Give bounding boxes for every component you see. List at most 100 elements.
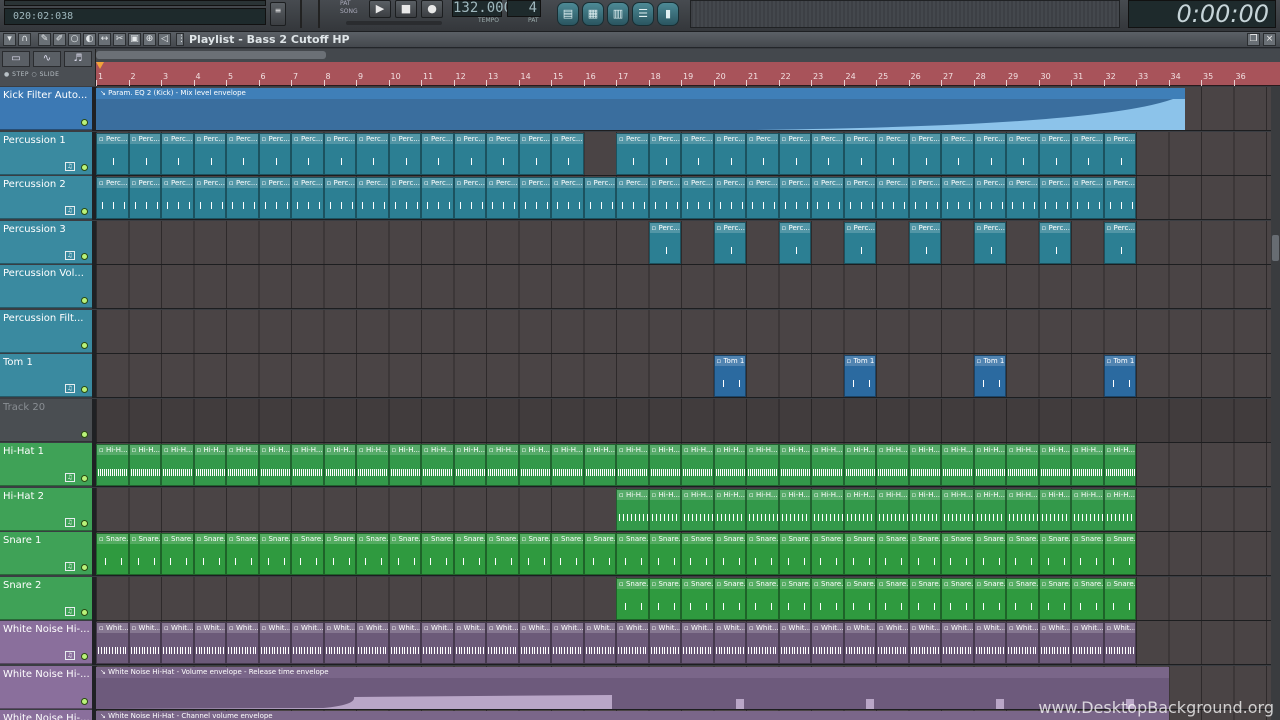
pattern-icon[interactable]: ♫ [65,651,75,660]
magnet-icon[interactable]: ∩ [18,33,31,46]
pattern-clip[interactable]: ▫ Snare... [973,577,1006,620]
pattern-clip[interactable]: ▫ Perc... [388,177,421,219]
pattern-clip[interactable]: ▫ Hi-H... [876,444,909,486]
pattern-icon[interactable]: ♫ [65,206,75,215]
pattern-clip[interactable]: ▫ Snare... [876,577,909,620]
pattern-clip[interactable]: ▫ Hi-H... [648,488,681,531]
pattern-clip[interactable]: ▫ Perc... [876,132,909,175]
pattern-clip[interactable]: ▫ Perc... [713,132,746,175]
track-header[interactable]: Hi-Hat 1 ♫ [0,443,92,486]
pattern-clip[interactable]: ▫ Snare... [616,577,649,620]
pattern-clip[interactable]: ▫ Perc... [356,132,389,175]
pattern-clip[interactable]: ▫ Perc... [453,132,486,175]
pattern-clip[interactable]: ▫ Hi-H... [1038,444,1071,486]
pattern-clip[interactable]: ▫ Perc... [1103,132,1136,175]
pattern-clip[interactable]: ▫ Whit... [941,622,974,664]
pattern-clip[interactable]: ▫ Perc... [583,177,616,219]
mute-tool-icon[interactable]: ◐ [83,33,96,46]
track-header[interactable]: Track 20 [0,398,92,442]
pattern-clip[interactable]: ▫ Snare... [778,577,811,620]
pattern-clip[interactable]: ▫ Snare... [648,577,681,620]
tab-automation-icon[interactable]: ♬ [64,51,92,67]
pattern-clip[interactable]: ▫ Hi-H... [453,444,486,486]
pattern-clip[interactable]: ▫ Snare... [876,533,909,575]
pattern-clip[interactable]: ▫ Whit... [908,622,941,664]
track-header[interactable]: Tom 1 ♫ [0,354,92,397]
pattern-clip[interactable]: ▫ Hi-H... [876,488,909,531]
pattern-clip[interactable]: ▫ Whit... [616,622,649,664]
pattern-clip[interactable]: ▫ Tom 1 [973,355,1006,397]
pattern-clip[interactable]: ▫ Hi-H... [1038,488,1071,531]
pattern-clip[interactable]: ▫ Perc... [713,221,746,264]
mute-led-icon[interactable] [81,653,88,660]
pattern-clip[interactable]: ▫ Perc... [681,177,714,219]
pattern-clip[interactable]: ▫ Hi-H... [583,444,616,486]
mute-led-icon[interactable] [81,208,88,215]
track-header[interactable]: White Noise Hi-... [0,665,92,709]
pattern-clip[interactable]: ▫ Snare... [421,533,454,575]
pattern-clip[interactable]: ▫ Perc... [486,132,519,175]
pattern-clip[interactable]: ▫ Snare... [843,533,876,575]
pattern-clip[interactable]: ▫ Perc... [648,132,681,175]
vertical-scroll-thumb[interactable] [1272,235,1279,261]
pattern-clip[interactable]: ▫ Whit... [291,622,324,664]
pattern-clip[interactable]: ▫ Perc... [681,132,714,175]
pattern-clip[interactable]: ▫ Perc... [518,132,551,175]
pattern-clip[interactable]: ▫ Snare... [486,533,519,575]
pattern-clip[interactable]: ▫ Perc... [128,177,161,219]
pattern-clip[interactable]: ▫ Perc... [323,132,356,175]
track-header[interactable]: Snare 2 ♫ [0,576,92,620]
pattern-clip[interactable]: ▫ Snare... [908,577,941,620]
pattern-clip[interactable]: ▫ Whit... [323,622,356,664]
pattern-clip[interactable]: ▫ Snare... [551,533,584,575]
pattern-clip[interactable]: ▫ Hi-H... [843,488,876,531]
track-lane[interactable]: ▫ Hi-H... ▫ Hi-H... ▫ Hi-H... ▫ Hi-H... ▫ Hi… [96,487,1280,532]
pattern-clip[interactable]: ▫ Whit... [421,622,454,664]
pattern-clip[interactable]: ▫ Perc... [193,132,226,175]
pattern-clip[interactable]: ▫ Perc... [258,177,291,219]
pattern-clip[interactable]: ▫ Whit... [226,622,259,664]
pattern-clip[interactable]: ▫ Snare... [746,533,779,575]
pattern-clip[interactable]: ▫ Whit... [128,622,161,664]
pattern-clip[interactable]: ▫ Perc... [648,221,681,264]
pattern-clip[interactable]: ▫ Perc... [1038,221,1071,264]
track-lane[interactable]: ▫ Perc... ▫ Perc... ▫ Perc... ▫ Perc... ▫ Pe… [96,131,1280,176]
pattern-clip[interactable]: ▫ Hi-H... [323,444,356,486]
mute-led-icon[interactable] [81,119,88,126]
track-header[interactable]: Percussion 2 ♫ [0,176,92,219]
pattern-clip[interactable]: ▫ Snare... [1103,533,1136,575]
pattern-clip[interactable]: ▫ Perc... [1103,177,1136,219]
pattern-clip[interactable]: ▫ Snare... [1006,577,1039,620]
pattern-clip[interactable]: ▫ Snare... [1038,533,1071,575]
automation-clip[interactable]: ↘ Param. EQ 2 (Kick) - Mix level envelop… [96,88,1185,130]
pattern-clip[interactable]: ▫ Perc... [973,177,1006,219]
pattern-clip[interactable]: ▫ Snare... [811,577,844,620]
pattern-clip[interactable]: ▫ Snare... [941,533,974,575]
pattern-clip[interactable]: ▫ Perc... [226,132,259,175]
pattern-clip[interactable]: ▫ Perc... [778,221,811,264]
pattern-clip[interactable]: ▫ Perc... [1038,177,1071,219]
master-volume-slider[interactable] [346,21,442,25]
vertical-scrollbar[interactable] [1271,87,1280,720]
pattern-clip[interactable]: ▫ Perc... [226,177,259,219]
pattern-clip[interactable]: ▫ Whit... [681,622,714,664]
pattern-clip[interactable]: ▫ Snare... [323,533,356,575]
pattern-clip[interactable]: ▫ Hi-H... [908,488,941,531]
pattern-clip[interactable]: ▫ Hi-H... [746,444,779,486]
pattern-clip[interactable]: ▫ Hi-H... [291,444,324,486]
pattern-clip[interactable]: ▫ Hi-H... [843,444,876,486]
pattern-clip[interactable]: ▫ Perc... [908,177,941,219]
track-lane[interactable] [96,309,1280,354]
pattern-clip[interactable]: ▫ Perc... [843,177,876,219]
pattern-clip[interactable]: ▫ Hi-H... [778,488,811,531]
pattern-clip[interactable]: ▫ Hi-H... [941,488,974,531]
track-header[interactable]: Kick Filter Auto... [0,87,92,130]
pattern-clip[interactable]: ▫ Snare... [681,577,714,620]
pattern-clip[interactable]: ▫ Hi-H... [778,444,811,486]
stop-button[interactable]: ■ [395,0,417,18]
pattern-icon[interactable]: ♫ [65,562,75,571]
pattern-clip[interactable]: ▫ Snare... [128,533,161,575]
tab-audio-icon[interactable]: ∿ [33,51,61,67]
mixer-icon[interactable]: ▮ [657,2,679,26]
pattern-icon[interactable]: ♫ [65,606,75,616]
